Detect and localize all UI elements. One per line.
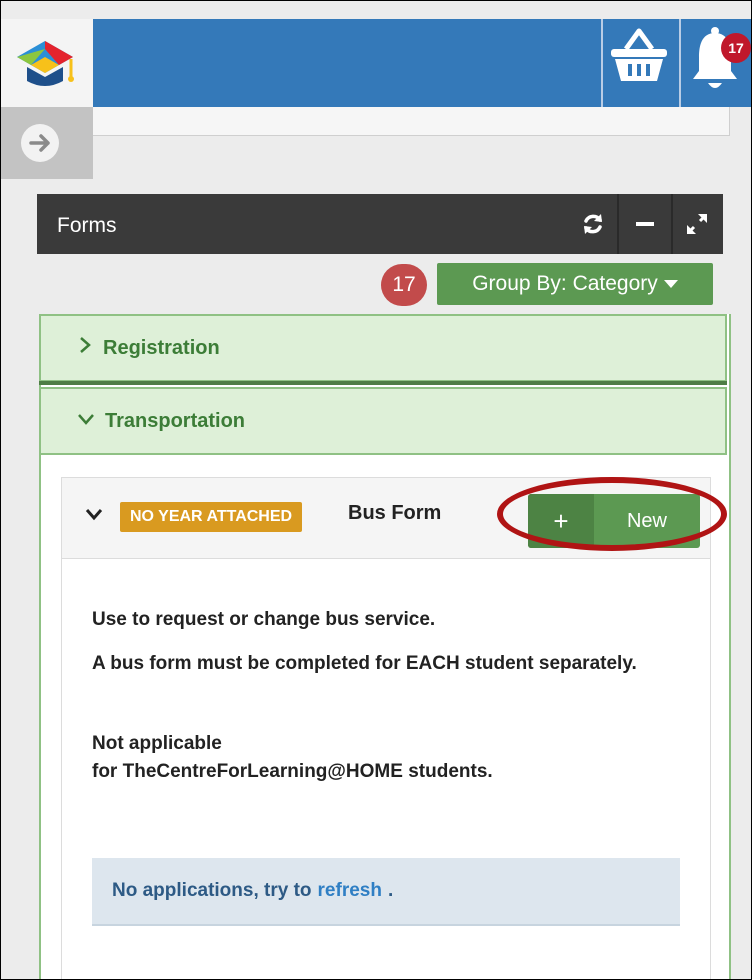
notification-badge[interactable]: 17 (721, 33, 751, 63)
no-applications-notice: No applications, try to refresh . (92, 858, 680, 926)
year-status-label: NO YEAR ATTACHED (120, 502, 303, 532)
app-frame: 17 Forms 17 Group By: Category Registrat… (0, 0, 752, 980)
refresh-button[interactable] (569, 194, 617, 254)
chevron-down-icon[interactable] (84, 504, 104, 524)
no-applications-text: No applications, try to (112, 880, 312, 901)
accordion-separator (39, 381, 727, 385)
form-description-line: Not applicable (92, 733, 222, 754)
secondary-bar (93, 107, 730, 136)
refresh-link[interactable]: refresh (318, 880, 382, 902)
graduation-logo-icon (17, 41, 74, 86)
category-label: Registration (103, 336, 220, 359)
expand-icon (686, 213, 708, 235)
category-label: Transportation (105, 409, 246, 432)
group-by-label: Group By: Category (472, 272, 658, 295)
refresh-icon (584, 214, 602, 234)
arrow-right-icon (21, 124, 59, 162)
caret-down-icon (663, 280, 678, 288)
form-description-line: for TheCentreForLearning@HOME students. (92, 761, 493, 782)
category-registration[interactable]: Registration (39, 314, 727, 382)
group-by-dropdown[interactable]: Group By: Category (437, 263, 713, 305)
minus-icon (636, 222, 654, 226)
highlight-annotation (497, 477, 727, 551)
forms-count-badge: 17 (381, 264, 427, 306)
chevron-down-icon (77, 410, 95, 433)
topbar-divider (601, 19, 603, 107)
logo-area[interactable] (1, 19, 93, 107)
basket-icon[interactable] (608, 27, 670, 85)
form-title: Bus Form (348, 502, 442, 524)
chevron-right-icon (77, 336, 93, 360)
form-description-line: A bus form must be completed for EACH st… (92, 653, 637, 674)
category-transportation[interactable]: Transportation (39, 387, 727, 455)
form-description-line: Use to request or change bus service. (92, 609, 436, 630)
topbar-divider (679, 19, 681, 107)
forms-widget-header: Forms (37, 194, 723, 254)
bus-form-card: NO YEAR ATTACHED Bus Form + New Use to r… (61, 477, 711, 979)
header-separator (617, 194, 619, 254)
expand-sidebar-button[interactable] (1, 107, 93, 179)
period-text: . (387, 880, 394, 901)
maximize-button[interactable] (673, 194, 721, 254)
forms-widget-title: Forms (57, 214, 117, 237)
minimize-button[interactable] (621, 194, 669, 254)
